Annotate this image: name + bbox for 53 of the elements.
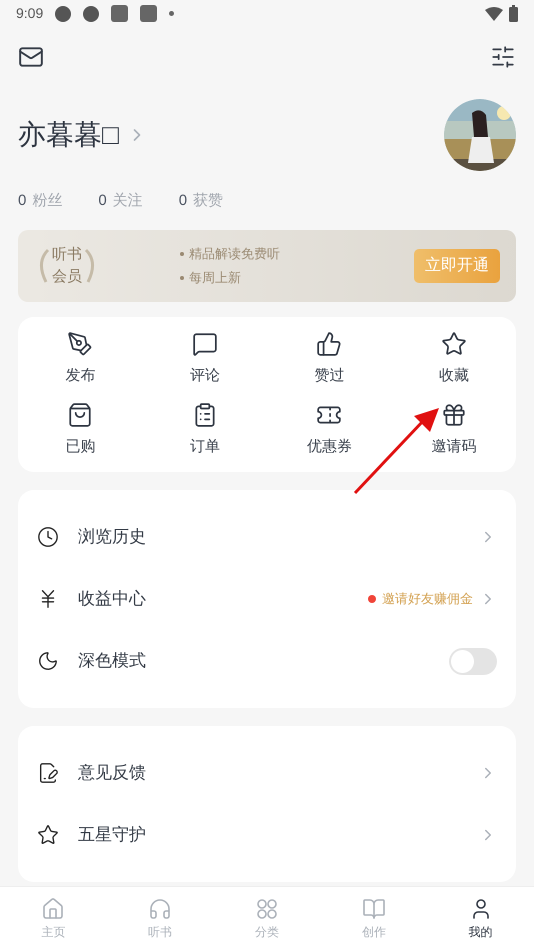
clock-icon xyxy=(37,526,59,548)
settings-button[interactable] xyxy=(490,44,516,70)
wifi-icon xyxy=(485,6,503,20)
perk-text: 精品解读免费听 xyxy=(189,245,280,263)
bullet-icon xyxy=(180,252,184,256)
shortcut-item[interactable]: 邀请码 xyxy=(392,402,516,458)
shortcut-item[interactable]: 评论 xyxy=(142,331,267,388)
aperture-icon xyxy=(83,6,100,22)
battery-icon xyxy=(509,5,518,22)
shortcut-item[interactable]: 已购 xyxy=(18,402,142,458)
book-icon xyxy=(362,896,386,920)
shortcut-item[interactable]: 收藏 xyxy=(392,331,516,388)
pen-icon xyxy=(67,331,94,357)
stat-count: 0 xyxy=(178,190,188,211)
bag-icon xyxy=(67,402,94,428)
vip-badge: 听书 会员 xyxy=(34,244,154,288)
moon-icon xyxy=(37,650,59,672)
dot-icon xyxy=(169,11,174,16)
app-icon xyxy=(111,5,128,22)
star-icon xyxy=(37,824,59,846)
stat-count: 0 xyxy=(18,190,26,211)
menu-label: 五星守护 xyxy=(78,824,147,846)
home-icon xyxy=(41,896,66,920)
headphones-icon xyxy=(148,896,172,920)
shortcut-item[interactable]: 优惠券 xyxy=(267,402,392,458)
star-icon xyxy=(440,331,467,357)
menu-row[interactable]: 五星守护 xyxy=(18,804,516,866)
stat-count: 0 xyxy=(98,190,107,211)
status-time: 9:09 xyxy=(16,4,44,23)
dark-mode-switch[interactable] xyxy=(449,648,497,674)
thumbs-up-icon xyxy=(316,331,342,357)
menu-row[interactable]: 收益中心 邀请好友赚佣金 xyxy=(18,568,516,630)
shortcut-item[interactable]: 发布 xyxy=(18,331,142,388)
app-icon xyxy=(140,5,158,22)
nav-tab[interactable]: 我的 xyxy=(427,887,534,950)
shortcut-item[interactable]: 赞过 xyxy=(267,331,392,388)
aperture-icon xyxy=(55,6,72,22)
promo-text: 邀请好友赚佣金 xyxy=(382,590,473,608)
menu-label: 意见反馈 xyxy=(78,762,147,784)
gift-icon xyxy=(440,402,467,428)
menu-row[interactable]: 浏览历史 xyxy=(18,506,516,568)
comment-icon xyxy=(192,331,218,357)
menu-row[interactable]: 深色模式 xyxy=(18,630,516,692)
menu-label: 浏览历史 xyxy=(78,526,147,548)
menu-row[interactable]: 意见反馈 xyxy=(18,742,516,804)
perk-text: 每周上新 xyxy=(189,269,241,287)
grid-icon xyxy=(254,896,279,920)
note-icon xyxy=(37,762,59,784)
menu-label: 收益中心 xyxy=(78,588,147,610)
user-name[interactable]: 亦暮暮□ xyxy=(18,114,119,156)
bullet-icon xyxy=(180,276,184,280)
menu-label: 深色模式 xyxy=(78,650,147,672)
shortcut-item[interactable]: 订单 xyxy=(142,402,267,458)
